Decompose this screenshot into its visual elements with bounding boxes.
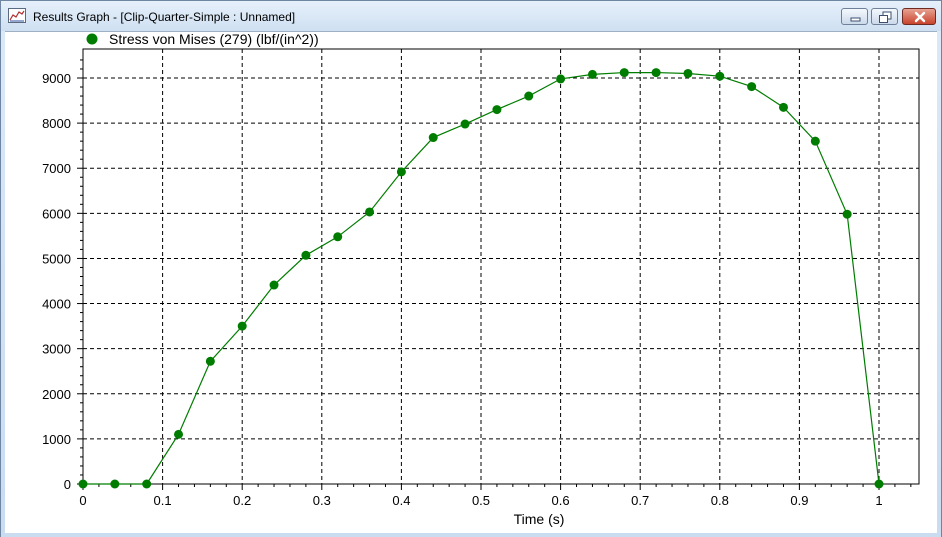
x-axis-label: Time (s) bbox=[514, 511, 565, 527]
data-point bbox=[460, 119, 470, 129]
data-point bbox=[174, 429, 184, 439]
data-point bbox=[301, 250, 311, 260]
y-tick-label: 8000 bbox=[42, 116, 71, 131]
y-tick-label: 9000 bbox=[42, 71, 71, 86]
minimize-button[interactable] bbox=[841, 8, 868, 25]
data-point bbox=[333, 232, 343, 242]
data-point bbox=[778, 102, 788, 112]
data-point bbox=[524, 91, 534, 101]
y-tick-label: 4000 bbox=[42, 297, 71, 312]
y-tick-label: 0 bbox=[64, 477, 71, 492]
x-tick-label: 1 bbox=[875, 493, 882, 508]
data-point bbox=[269, 280, 279, 290]
data-point bbox=[110, 479, 120, 489]
y-tick-label: 3000 bbox=[42, 342, 71, 357]
data-point bbox=[810, 136, 820, 146]
window-bottom-edge bbox=[1, 533, 941, 537]
minimize-icon bbox=[850, 17, 861, 22]
data-point bbox=[428, 133, 438, 143]
results-chart: 0 0.1 0.2 0.3 0.4 0.5 0.6 0.7 0.8 0.9 1 0 1000 2000 30… bbox=[42, 32, 920, 527]
close-button[interactable] bbox=[902, 8, 936, 25]
data-point bbox=[205, 356, 215, 366]
data-point bbox=[587, 69, 597, 79]
graph-window-icon bbox=[8, 8, 26, 23]
title-bar[interactable]: Results Graph - [Clip-Quarter-Simple : U… bbox=[1, 1, 941, 31]
graph-area: 0 0.1 0.2 0.3 0.4 0.5 0.6 0.7 0.8 0.9 1 0 1000 2000 30… bbox=[5, 31, 937, 533]
data-point bbox=[619, 68, 629, 78]
y-tick-label: 6000 bbox=[42, 206, 71, 221]
data-point bbox=[874, 479, 884, 489]
x-tick-label: 0.4 bbox=[392, 493, 410, 508]
restore-icon bbox=[879, 11, 892, 23]
x-tick-label: 0.5 bbox=[472, 493, 490, 508]
data-point bbox=[651, 68, 661, 78]
data-point bbox=[492, 105, 502, 115]
data-point bbox=[747, 82, 757, 92]
data-point bbox=[396, 167, 406, 177]
x-tick-label: 0.9 bbox=[790, 493, 808, 508]
legend-label: Stress von Mises (279) (lbf/(in^2)) bbox=[109, 32, 319, 47]
data-point bbox=[78, 479, 88, 489]
x-tick-label: 0.2 bbox=[233, 493, 251, 508]
data-point bbox=[365, 207, 375, 217]
window-title: Results Graph - [Clip-Quarter-Simple : U… bbox=[33, 10, 296, 24]
x-tick-label: 0.7 bbox=[631, 493, 649, 508]
data-point bbox=[142, 479, 152, 489]
y-tick-label: 1000 bbox=[42, 432, 71, 447]
data-point bbox=[842, 209, 852, 219]
y-tick-label: 2000 bbox=[42, 387, 71, 402]
x-tick-label: 0.3 bbox=[313, 493, 331, 508]
y-tick-label: 7000 bbox=[42, 161, 71, 176]
restore-button[interactable] bbox=[871, 8, 898, 25]
legend-marker bbox=[86, 33, 98, 45]
results-graph-window: Results Graph - [Clip-Quarter-Simple : U… bbox=[0, 0, 942, 537]
x-tick-label: 0 bbox=[79, 493, 86, 508]
data-point bbox=[556, 74, 566, 84]
data-point bbox=[237, 321, 247, 331]
y-tick-label: 5000 bbox=[42, 251, 71, 266]
x-tick-label: 0.1 bbox=[154, 493, 172, 508]
x-tick-label: 0.8 bbox=[711, 493, 729, 508]
x-tick-label: 0.6 bbox=[552, 493, 570, 508]
close-icon bbox=[914, 11, 926, 23]
plot-frame bbox=[82, 48, 920, 485]
data-point bbox=[683, 68, 693, 78]
data-point bbox=[715, 71, 725, 81]
